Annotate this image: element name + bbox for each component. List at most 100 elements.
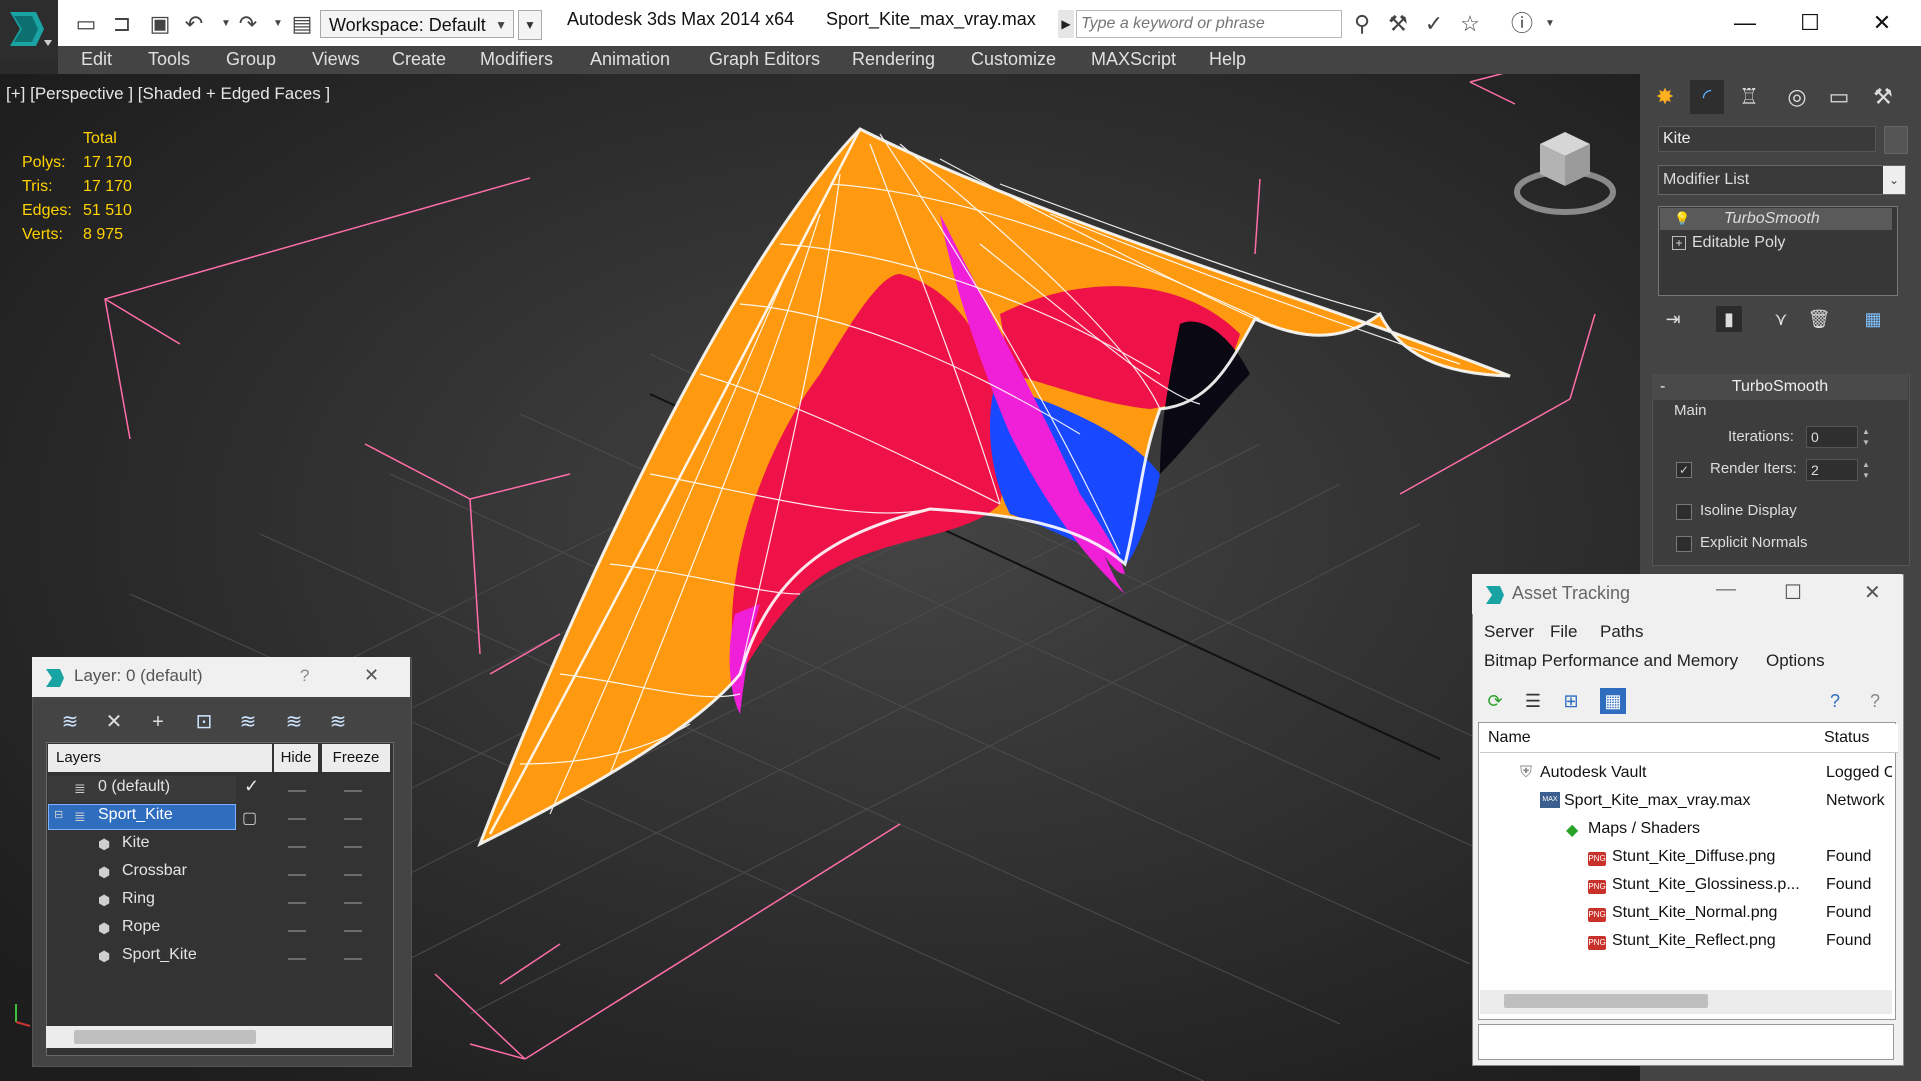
project-folder-icon[interactable]: ▤ (288, 10, 316, 38)
pin-stack-icon[interactable]: ⇥ (1660, 306, 1686, 332)
freeze-toggle[interactable] (344, 874, 362, 876)
active-checkmark-icon[interactable]: ✓ (244, 776, 259, 797)
hide-toggle[interactable] (288, 930, 306, 932)
stack-item-turbosmooth[interactable]: 💡 TurboSmooth (1660, 208, 1892, 230)
asset-menu-server[interactable]: Server (1484, 622, 1534, 642)
table-view-icon[interactable]: ▦ (1600, 688, 1626, 714)
layer-row-label[interactable]: Ring (122, 890, 155, 908)
column-status[interactable]: Status (1818, 724, 1898, 753)
freeze-toggle[interactable] (344, 930, 362, 932)
menu-maxscript[interactable]: MAXScript (1091, 49, 1176, 70)
layer-row-label[interactable]: Crossbar (122, 862, 187, 880)
hide-toggle[interactable] (288, 790, 306, 792)
menu-animation[interactable]: Animation (590, 49, 670, 70)
add-to-layer-icon[interactable]: + (144, 708, 172, 736)
iterations-spinner[interactable]: 0 (1806, 426, 1858, 448)
freeze-toggle[interactable] (344, 902, 362, 904)
menu-modifiers[interactable]: Modifiers (480, 49, 553, 70)
motion-tab-icon[interactable]: ◎ (1780, 80, 1814, 114)
layer-row-label[interactable]: Sport_Kite (122, 946, 197, 964)
layer-row-label[interactable]: Rope (122, 918, 160, 936)
render-iters-checkbox[interactable]: ✓ (1676, 462, 1692, 478)
freeze-all-layers-icon[interactable]: ≋ (324, 708, 352, 736)
asset-menu-bitmap-performance[interactable]: Bitmap Performance and Memory (1484, 651, 1738, 671)
help-dropdown-icon[interactable]: ▼ (1536, 10, 1564, 38)
close-button[interactable]: ✕ (364, 665, 379, 686)
menu-create[interactable]: Create (392, 49, 446, 70)
layer-dialog-titlebar[interactable]: Layer: 0 (default) ? ✕ (32, 657, 410, 697)
menu-graph-editors[interactable]: Graph Editors (709, 49, 820, 70)
remove-modifier-icon[interactable]: 🗑 (1806, 306, 1832, 332)
collapse-icon[interactable]: ⊟ (54, 808, 63, 821)
column-name[interactable]: Name (1480, 724, 1825, 753)
minimize-button[interactable]: — (1716, 578, 1736, 601)
create-tab-icon[interactable]: ✸ (1648, 80, 1682, 114)
list-view-icon[interactable]: ☰ (1520, 688, 1546, 714)
asset-row-name[interactable]: Maps / Shaders (1588, 820, 1700, 838)
help-button[interactable]: ? (300, 666, 309, 686)
subscription-tools-icon[interactable]: ⚒ (1384, 10, 1412, 38)
object-name-field[interactable]: Kite (1658, 126, 1876, 152)
layer-row-label[interactable]: Kite (122, 834, 150, 852)
asset-row-name[interactable]: Stunt_Kite_Glossiness.p... (1612, 876, 1800, 894)
asset-menu-options[interactable]: Options (1766, 651, 1825, 671)
maximize-button[interactable]: ☐ (1784, 580, 1802, 605)
help-icon[interactable]: ? (1822, 688, 1848, 714)
save-icon[interactable]: ▣ (146, 10, 174, 38)
menu-customize[interactable]: Customize (971, 49, 1056, 70)
asset-row-name[interactable]: Stunt_Kite_Normal.png (1612, 904, 1777, 922)
freeze-toggle[interactable] (344, 790, 362, 792)
menu-group[interactable]: Group (226, 49, 276, 70)
menu-help[interactable]: Help (1209, 49, 1246, 70)
undo-icon[interactable]: ↶ (180, 10, 208, 38)
isoline-checkbox[interactable] (1676, 504, 1692, 520)
communication-icon[interactable]: ✓ (1420, 10, 1448, 38)
object-color-swatch[interactable] (1884, 126, 1908, 154)
column-active[interactable] (238, 744, 272, 772)
asset-row-name[interactable]: Sport_Kite_max_vray.max (1564, 792, 1750, 810)
show-end-result-icon[interactable]: ▮ (1716, 306, 1742, 332)
viewport-label[interactable]: [+] [Perspective ] [Shaded + Edged Faces… (6, 84, 330, 104)
favorites-star-icon[interactable]: ☆ (1456, 10, 1484, 38)
minimize-button[interactable]: — (1725, 6, 1765, 40)
help-icon[interactable]: ⓘ (1508, 10, 1536, 38)
open-file-icon[interactable]: ⊐ (108, 10, 136, 38)
display-tab-icon[interactable]: ▭ (1822, 80, 1856, 114)
hide-toggle[interactable] (288, 846, 306, 848)
close-button[interactable]: ✕ (1864, 580, 1881, 605)
select-objects-icon[interactable]: ⊡ (190, 708, 218, 736)
freeze-toggle[interactable] (344, 846, 362, 848)
menu-views[interactable]: Views (312, 49, 360, 70)
spinner-arrows-icon[interactable]: ▲ ▼ (1860, 426, 1872, 448)
utilities-tab-icon[interactable]: ⚒ (1866, 80, 1900, 114)
hide-toggle[interactable] (288, 818, 306, 820)
rollout-header[interactable]: - TurboSmooth (1652, 374, 1908, 400)
close-button[interactable]: ✕ (1862, 6, 1902, 40)
stack-item-editable-poly[interactable]: + Editable Poly (1660, 232, 1892, 254)
search-expand-arrow[interactable]: ▶ (1058, 10, 1074, 38)
tree-view-icon[interactable]: ⊞ (1558, 688, 1584, 714)
spinner-arrows-icon[interactable]: ▲ ▼ (1860, 459, 1872, 481)
workspace-selector[interactable]: Workspace: Default ▼ (320, 10, 514, 38)
make-active-icon[interactable]: ▢ (242, 808, 257, 828)
asset-row-name[interactable]: Autodesk Vault (1540, 764, 1646, 782)
maximize-button[interactable]: ☐ (1790, 6, 1830, 40)
highlight-layer-icon[interactable]: ≋ (234, 708, 262, 736)
asset-menu-paths[interactable]: Paths (1600, 622, 1643, 642)
new-file-icon[interactable]: ▭ (72, 10, 100, 38)
modify-tab-icon[interactable]: ◜ (1690, 80, 1724, 114)
modifier-list-dropdown[interactable]: Modifier List ⌄ (1658, 165, 1906, 195)
layer-scrollbar-thumb[interactable] (74, 1030, 256, 1044)
create-layer-icon[interactable]: ≋ (56, 708, 84, 736)
expand-plus-icon[interactable]: + (1672, 236, 1686, 250)
make-unique-icon[interactable]: ⋎ (1768, 306, 1794, 332)
render-iters-spinner[interactable]: 2 (1806, 459, 1858, 481)
column-layers[interactable]: Layers (48, 744, 244, 772)
asset-dialog-titlebar[interactable]: Asset Tracking — ☐ ✕ (1472, 574, 1902, 614)
menu-rendering[interactable]: Rendering (852, 49, 935, 70)
workspace-menu-button[interactable]: ▼ (518, 10, 542, 40)
redo-icon[interactable]: ↷ (234, 10, 262, 38)
menu-edit[interactable]: Edit (81, 49, 112, 70)
search-input[interactable] (1076, 10, 1342, 38)
asset-row-name[interactable]: Stunt_Kite_Reflect.png (1612, 932, 1776, 950)
